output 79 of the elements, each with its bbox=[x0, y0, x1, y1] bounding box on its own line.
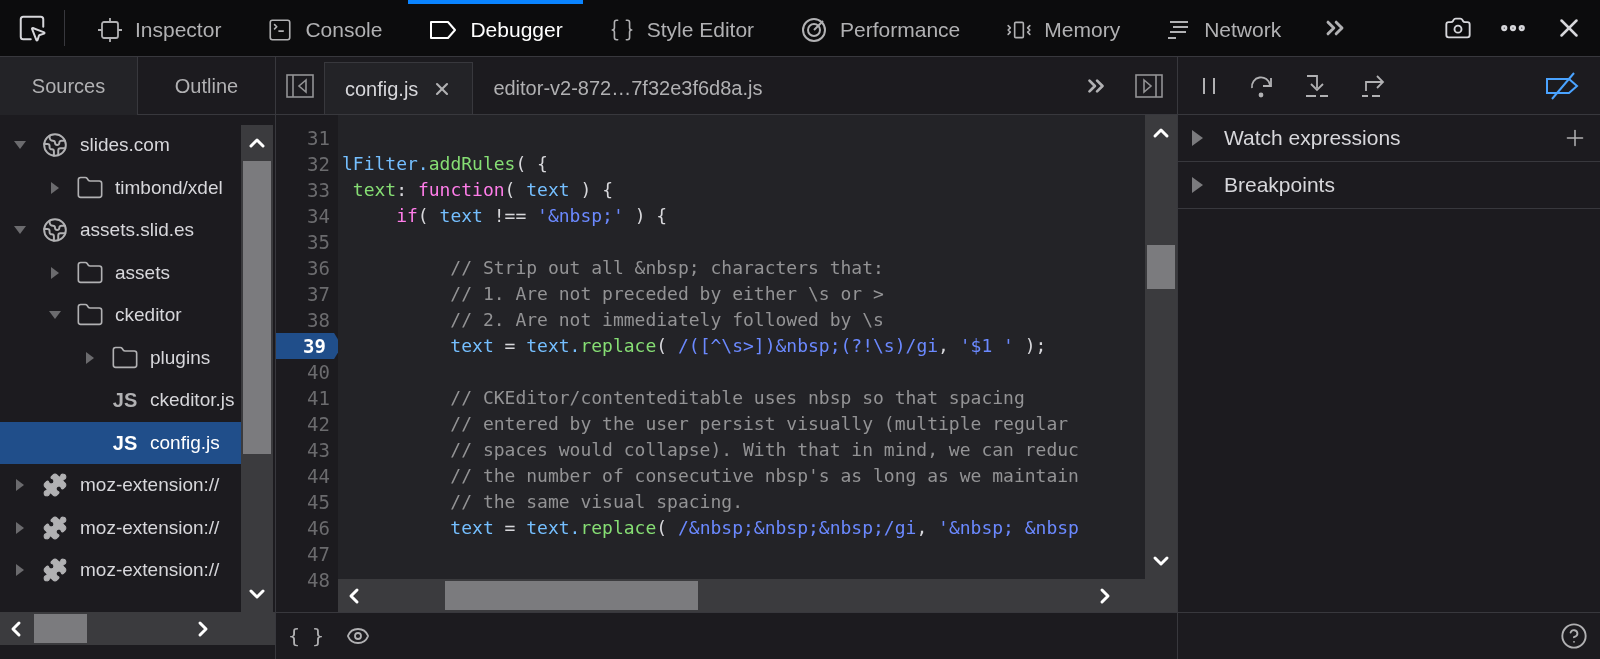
sidebar-tab[interactable]: Outline bbox=[137, 57, 275, 115]
code-line: // spaces would collapse). With that in mind, we can reduc bbox=[449, 438, 1079, 462]
tree-item[interactable]: assets.slid.es bbox=[0, 209, 241, 252]
js-file-icon: JS bbox=[112, 385, 138, 416]
vertical-scrollbar[interactable] bbox=[241, 125, 273, 612]
globe-icon bbox=[42, 132, 68, 159]
editor-tab[interactable]: editor-v2-872…7f32e3f6d8a.js bbox=[473, 62, 783, 114]
accordion-header[interactable]: Watch expressions bbox=[1178, 115, 1600, 162]
scrollbar-thumb[interactable] bbox=[445, 581, 698, 610]
code-line: // 2. Are not immediately followed by \s bbox=[449, 308, 884, 332]
section-title: Watch expressions bbox=[1224, 125, 1401, 152]
code-line: // entered by the user persist visually (multiple regular bbox=[449, 412, 1069, 436]
inspector-icon bbox=[97, 17, 123, 43]
code-line: text: function( text ) { bbox=[351, 178, 613, 202]
code-line: // Strip out all &nbsp; characters that: bbox=[449, 256, 884, 280]
tree-item[interactable]: moz-extension:// bbox=[0, 549, 241, 592]
element-picker-icon[interactable] bbox=[17, 13, 47, 43]
toolbar-tab[interactable]: Performance bbox=[780, 0, 981, 56]
tree-item[interactable]: JS config.js bbox=[0, 421, 241, 464]
tree-item-label: plugins bbox=[150, 345, 211, 370]
tree-item[interactable]: ckeditor bbox=[0, 294, 241, 337]
code-line: lFilter.addRules( { bbox=[342, 152, 548, 176]
collapsed-triangle-icon[interactable] bbox=[1190, 176, 1204, 194]
sidebar-tab[interactable]: Sources bbox=[0, 57, 137, 115]
collapse-sidebar-icon[interactable] bbox=[286, 72, 314, 99]
gauge-icon bbox=[800, 16, 829, 44]
console-icon bbox=[267, 17, 294, 43]
editor-tab[interactable]: config.js bbox=[324, 62, 474, 114]
tree-item-label: slides.com bbox=[80, 133, 170, 157]
tree-item-label: moz-extension:// bbox=[80, 558, 220, 582]
tree-item-label: config.js bbox=[150, 430, 220, 455]
code-line: text = text.replace( /&nbsp;&nbsp;&nbsp;/gi, '&nbsp; &nbsp bbox=[449, 516, 1079, 540]
tree-item-label: moz-extension:// bbox=[80, 473, 220, 497]
tree-item[interactable]: slides.com bbox=[0, 124, 241, 167]
tab-label: editor-v2-872…7f32e3f6d8a.js bbox=[493, 76, 763, 101]
section-title: Breakpoints bbox=[1224, 172, 1335, 199]
tree-item-label: moz-extension:// bbox=[80, 515, 220, 540]
code-line: // the number of consecutive nbsp's as long as we maintain bbox=[449, 464, 1079, 488]
toolbar-tab[interactable]: Console bbox=[247, 0, 403, 56]
tree-item-label: ckeditor bbox=[115, 303, 182, 327]
tree-item[interactable]: timbond/xdel bbox=[0, 166, 241, 209]
collapsed-triangle-icon[interactable] bbox=[1190, 129, 1204, 147]
tree-item[interactable]: assets bbox=[0, 251, 241, 294]
tree-item-label: assets bbox=[115, 260, 170, 285]
vertical-scrollbar[interactable] bbox=[1145, 115, 1177, 579]
tag-icon bbox=[428, 19, 459, 41]
accordion-header[interactable]: Breakpoints bbox=[1178, 162, 1600, 209]
tree-item[interactable]: moz-extension:// bbox=[0, 506, 241, 549]
horizontal-scrollbar[interactable] bbox=[0, 612, 275, 645]
js-file-icon: JS bbox=[112, 427, 138, 458]
tab-label: config.js bbox=[345, 76, 419, 102]
toolbar-tab[interactable]: Memory bbox=[986, 0, 1141, 56]
puzzle-icon bbox=[42, 514, 68, 541]
code-line: // 1. Are not preceded by either \s or > bbox=[449, 282, 884, 306]
tree-item[interactable]: moz-extension:// bbox=[0, 464, 241, 507]
puzzle-icon bbox=[42, 472, 68, 499]
toolbar-tab[interactable]: Style Editor bbox=[588, 0, 775, 56]
tree-item[interactable]: JS ckeditor.js bbox=[0, 379, 241, 422]
toolbar-tab[interactable]: Inspector bbox=[77, 0, 242, 56]
deactivate-breakpoints-icon[interactable] bbox=[1544, 70, 1580, 101]
collapse-panel-icon[interactable] bbox=[1135, 72, 1163, 99]
code-line: // the same visual spacing. bbox=[449, 490, 743, 514]
pretty-print-button[interactable]: { } bbox=[288, 621, 325, 651]
code-line: // CKEditor/contenteditable uses nbsp so that spacing bbox=[449, 386, 1025, 410]
horizontal-scrollbar[interactable] bbox=[338, 579, 1177, 612]
tree-item[interactable]: plugins bbox=[0, 336, 241, 379]
help-icon[interactable] bbox=[1560, 622, 1588, 650]
scrollbar-thumb[interactable] bbox=[1147, 245, 1175, 289]
code-line: text = text.replace( /([^\s>])&nbsp;(?!\s)/gi, '$1 ' ); bbox=[449, 334, 1047, 358]
scrollbar-thumb[interactable] bbox=[243, 161, 271, 454]
tree-item-label: assets.slid.es bbox=[80, 218, 195, 242]
code-line: if( text !== '&nbsp;' ) { bbox=[395, 204, 668, 228]
tree-item-label: timbond/xdel bbox=[115, 175, 223, 200]
line-number[interactable]: 39 bbox=[276, 333, 338, 359]
globe-icon bbox=[42, 217, 68, 244]
scrollbar-thumb[interactable] bbox=[34, 614, 87, 643]
toolbar-tab[interactable]: Network bbox=[1146, 0, 1302, 56]
puzzle-icon bbox=[42, 557, 68, 584]
tree-item-label: ckeditor.js bbox=[150, 388, 235, 412]
